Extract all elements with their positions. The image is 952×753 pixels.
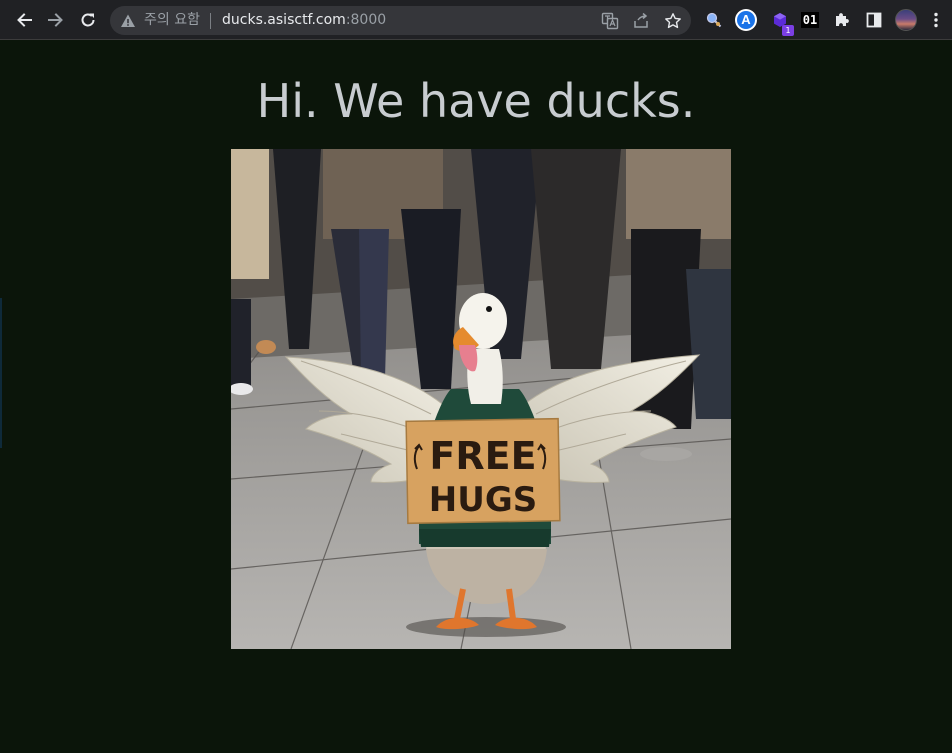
translate-icon <box>601 12 619 30</box>
bookmark-button[interactable] <box>662 10 684 32</box>
extension-badge: 1 <box>782 25 794 36</box>
address-bar[interactable]: 주의 요함 ducks.asisctf.com:8000 <box>110 6 691 35</box>
extension-01-button[interactable]: 01 <box>798 8 822 32</box>
translate-button[interactable] <box>599 10 621 32</box>
arrow-right-icon <box>48 13 63 27</box>
url-port: :8000 <box>345 12 387 28</box>
sign-line-1: FREE <box>429 434 536 478</box>
reload-button[interactable] <box>74 6 102 34</box>
extension-search-button[interactable] <box>702 8 726 32</box>
warning-icon <box>121 14 135 27</box>
extension-01-label: 01 <box>800 12 820 28</box>
security-warning-label[interactable]: 주의 요함 <box>144 12 200 29</box>
extension-a-button[interactable]: A <box>734 8 758 32</box>
url-host: ducks.asisctf.com <box>222 12 346 28</box>
sign-line-2: HUGS <box>429 480 537 520</box>
a-icon: A <box>735 9 757 31</box>
kebab-menu-icon <box>934 12 938 28</box>
extension-a-label: A <box>737 11 755 29</box>
browser-toolbar: 주의 요함 ducks.asisctf.com:8000 A 1 01 <box>0 0 952 40</box>
extension-cube-button[interactable]: 1 <box>768 8 794 36</box>
menu-button[interactable] <box>924 8 948 32</box>
star-icon <box>665 13 681 29</box>
page-title: Hi. We have ducks. <box>256 74 696 128</box>
share-icon <box>634 12 648 28</box>
extensions-button[interactable] <box>830 8 854 32</box>
duck-image: FREE HUGS <box>231 149 731 649</box>
share-button[interactable] <box>630 10 652 32</box>
reload-icon <box>81 13 95 27</box>
url-text[interactable]: ducks.asisctf.com:8000 <box>222 12 386 29</box>
profile-button[interactable] <box>894 8 918 32</box>
forward-button[interactable] <box>42 6 70 34</box>
address-separator <box>210 13 211 29</box>
arrow-left-icon <box>17 13 32 27</box>
page-edge-mark <box>0 298 2 448</box>
magnifier-icon <box>706 12 722 28</box>
avatar <box>895 9 917 31</box>
side-panel-icon <box>866 12 882 28</box>
duck-photo-illustration: FREE HUGS <box>231 149 731 649</box>
back-button[interactable] <box>10 6 38 34</box>
puzzle-icon <box>836 13 849 26</box>
side-panel-button[interactable] <box>862 8 886 32</box>
page-content: Hi. We have ducks. FREE HUGS <box>0 40 952 753</box>
